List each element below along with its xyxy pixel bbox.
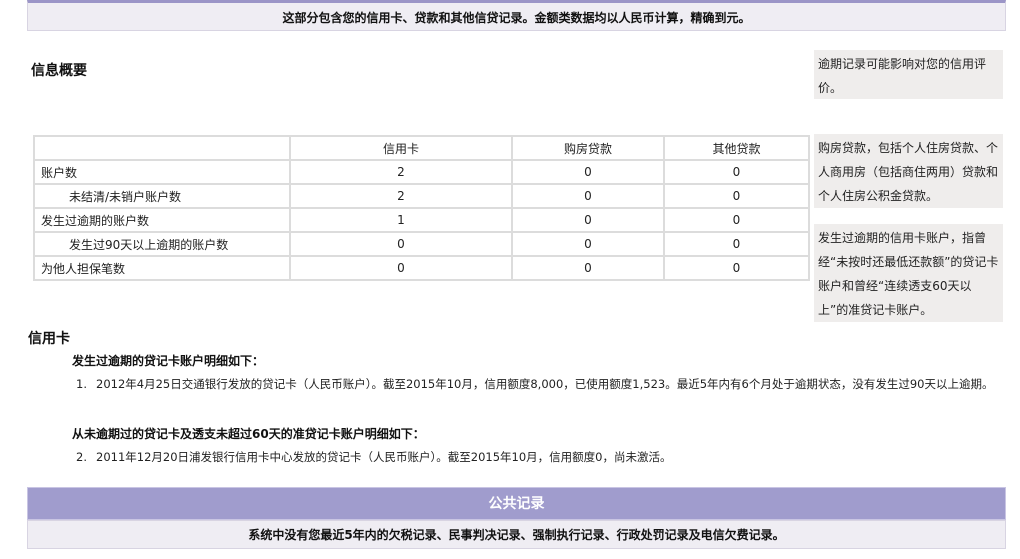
list-item: 2. 2011年12月20日浦发银行信用卡中心发放的贷记卡（人民币账户）。截至20… (76, 449, 672, 465)
note-housing-loan: 购房贷款，包括个人住房贷款、个人商用房（包括商住两用）贷款和个人住房公积金贷款。 (814, 134, 1003, 208)
cell-housing-loan: 0 (511, 159, 665, 185)
summary-header-row: 信用卡 购房贷款 其他贷款 (33, 135, 810, 161)
row-label: 为他人担保笔数 (33, 255, 291, 281)
item-index: 1. (76, 377, 87, 391)
row-label: 发生过90天以上逾期的账户数 (33, 231, 291, 257)
cell-credit-card: 1 (289, 207, 513, 233)
credit-section-intro: 这部分包含您的信用卡、贷款和其他信贷记录。金额类数据均以人民币计算，精确到元。 (27, 0, 1006, 31)
cell-credit-card: 0 (289, 255, 513, 281)
list-item: 1. 2012年4月25日交通银行发放的贷记卡（人民币账户）。截至2015年10月… (76, 376, 993, 392)
cell-other-loan: 0 (663, 255, 810, 281)
cell-housing-loan: 0 (511, 207, 665, 233)
header-other-loan: 其他贷款 (663, 135, 810, 161)
cell-other-loan: 0 (663, 159, 810, 185)
table-row: 发生过逾期的账户数 1 0 0 (33, 207, 810, 233)
normal-accounts-heading: 从未逾期过的贷记卡及透支未超过60天的准贷记卡账户明细如下： (72, 427, 425, 441)
cell-housing-loan: 0 (511, 255, 665, 281)
overdue-accounts-heading: 发生过逾期的贷记卡账户明细如下： (72, 354, 265, 368)
row-label: 发生过逾期的账户数 (33, 207, 291, 233)
note-card-overdue: 发生过逾期的信用卡账户，指曾经“未按时还最低还款额”的贷记卡账户和曾经“连续透支… (814, 224, 1003, 322)
row-label: 未结清/未销户账户数 (33, 183, 291, 209)
public-records-body: 系统中没有您最近5年内的欠税记录、民事判决记录、强制执行记录、行政处罚记录及电信… (27, 520, 1006, 549)
cell-housing-loan: 0 (511, 183, 665, 209)
table-row: 未结清/未销户账户数 2 0 0 (33, 183, 810, 209)
header-housing-loan: 购房贷款 (511, 135, 665, 161)
cell-credit-card: 2 (289, 183, 513, 209)
item-text: 2011年12月20日浦发银行信用卡中心发放的贷记卡（人民币账户）。截至2015… (96, 450, 672, 464)
public-records-title: 公共记录 (27, 487, 1006, 520)
cell-other-loan: 0 (663, 207, 810, 233)
item-text: 2012年4月25日交通银行发放的贷记卡（人民币账户）。截至2015年10月，信… (96, 377, 994, 391)
credit-card-title: 信用卡 (28, 331, 70, 347)
row-label: 账户数 (33, 159, 291, 185)
header-blank (33, 135, 291, 161)
cell-credit-card: 0 (289, 231, 513, 257)
summary-title: 信息概要 (31, 63, 87, 79)
cell-housing-loan: 0 (511, 231, 665, 257)
table-row: 发生过90天以上逾期的账户数 0 0 0 (33, 231, 810, 257)
table-row: 为他人担保笔数 0 0 0 (33, 255, 810, 281)
cell-other-loan: 0 (663, 183, 810, 209)
header-credit-card: 信用卡 (289, 135, 513, 161)
cell-credit-card: 2 (289, 159, 513, 185)
item-index: 2. (76, 450, 87, 464)
cell-other-loan: 0 (663, 231, 810, 257)
note-overdue-impact: 逾期记录可能影响对您的信用评价。 (814, 50, 1003, 99)
table-row: 账户数 2 0 0 (33, 159, 810, 185)
summary-table: 信用卡 购房贷款 其他贷款 账户数 2 0 0 未结清/未销户账户数 2 0 0… (33, 135, 810, 281)
